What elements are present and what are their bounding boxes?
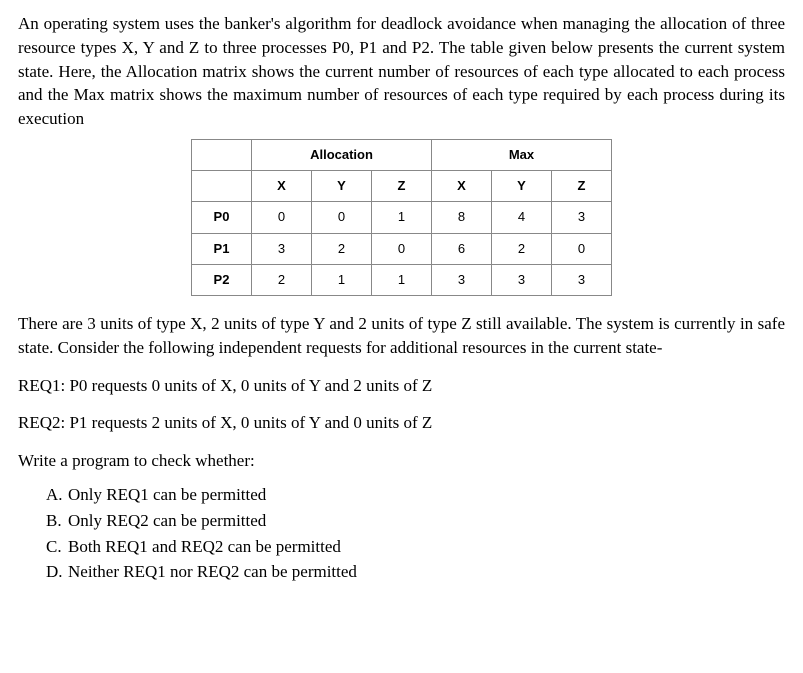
cell: 1 [372,202,432,233]
empty-cell [192,171,252,202]
req2-text: REQ2: P1 requests 2 units of X, 0 units … [18,411,785,435]
option-c: C.Both REQ1 and REQ2 can be permitted [46,535,785,559]
cell: 2 [492,233,552,264]
col-max-z: Z [552,171,612,202]
option-a: A.Only REQ1 can be permitted [46,483,785,507]
cell: 3 [432,264,492,295]
cell: 0 [252,202,312,233]
col-alloc-x: X [252,171,312,202]
cell: 0 [312,202,372,233]
cell: 0 [372,233,432,264]
cell: 3 [552,264,612,295]
cell: 8 [432,202,492,233]
cell: 3 [492,264,552,295]
intro-paragraph: An operating system uses the banker's al… [18,12,785,131]
col-max-x: X [432,171,492,202]
option-b: B.Only REQ2 can be permitted [46,509,785,533]
option-letter: C. [46,535,68,559]
resource-table: Allocation Max X Y Z X Y Z P0 0 0 1 8 4 … [191,139,612,296]
row-p0-label: P0 [192,202,252,233]
table-row: P1 3 2 0 6 2 0 [192,233,612,264]
cell: 0 [552,233,612,264]
option-text: Neither REQ1 nor REQ2 can be permitted [68,562,357,581]
row-p1-label: P1 [192,233,252,264]
middle-paragraph: There are 3 units of type X, 2 units of … [18,312,785,360]
max-header: Max [432,139,612,170]
col-max-y: Y [492,171,552,202]
cell: 4 [492,202,552,233]
row-p2-label: P2 [192,264,252,295]
option-letter: A. [46,483,68,507]
cell: 1 [372,264,432,295]
col-alloc-z: Z [372,171,432,202]
options-list: A.Only REQ1 can be permitted B.Only REQ2… [46,483,785,584]
table-row: P2 2 1 1 3 3 3 [192,264,612,295]
req1-text: REQ1: P0 requests 0 units of X, 0 units … [18,374,785,398]
cell: 2 [252,264,312,295]
cell: 1 [312,264,372,295]
empty-corner [192,139,252,170]
option-text: Both REQ1 and REQ2 can be permitted [68,537,341,556]
option-letter: D. [46,560,68,584]
option-d: D.Neither REQ1 nor REQ2 can be permitted [46,560,785,584]
cell: 3 [252,233,312,264]
cell: 2 [312,233,372,264]
cell: 6 [432,233,492,264]
option-text: Only REQ2 can be permitted [68,511,266,530]
option-letter: B. [46,509,68,533]
option-text: Only REQ1 can be permitted [68,485,266,504]
prompt-text: Write a program to check whether: [18,449,785,473]
col-alloc-y: Y [312,171,372,202]
table-row: P0 0 0 1 8 4 3 [192,202,612,233]
cell: 3 [552,202,612,233]
allocation-header: Allocation [252,139,432,170]
